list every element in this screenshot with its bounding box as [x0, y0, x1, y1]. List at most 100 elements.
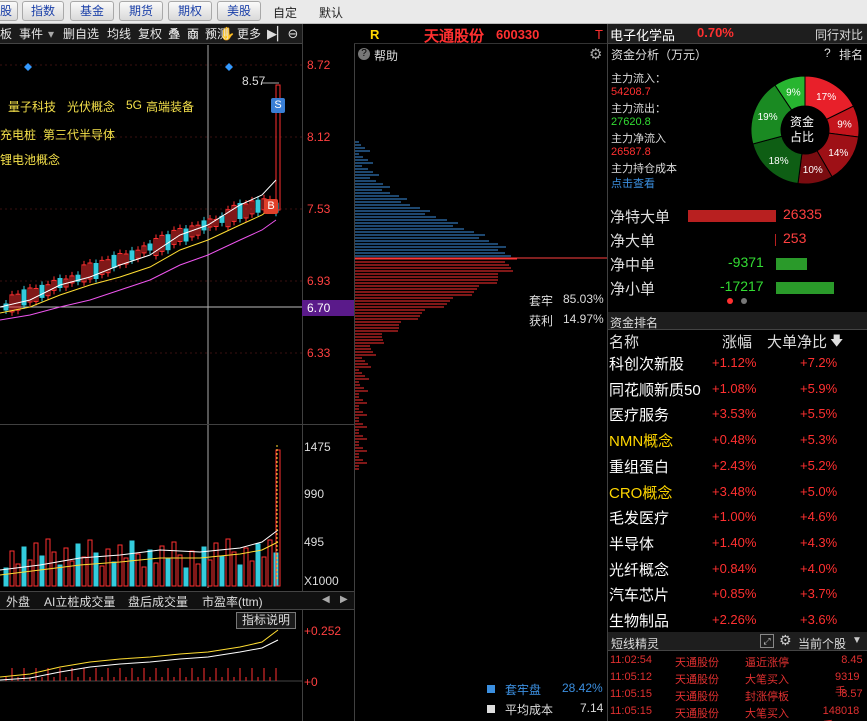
volume-bar [69, 560, 75, 587]
tab-outer-disk[interactable]: 外盘 [6, 593, 30, 610]
tab-index[interactable]: 指数 [22, 1, 64, 21]
toolbar-ma[interactable]: 均线 [107, 26, 131, 42]
news-scope-select[interactable]: 当前个股 [798, 635, 846, 652]
trapped-pct: 85.03% [563, 292, 604, 306]
volume-bar [141, 566, 147, 587]
ranking-row[interactable]: 半导体 +1.40% +4.3% [608, 530, 867, 555]
high-price-label: 8.57 [242, 74, 266, 88]
volume-bar [27, 559, 33, 587]
toolbar-more[interactable]: 更多 [237, 26, 261, 42]
toolbar-overlay-label[interactable]: 叠 [168, 26, 180, 42]
ranking-name: 光纤概念 [609, 561, 670, 579]
dot-indicator [727, 298, 733, 304]
ranking-name: 半导体 [609, 535, 655, 553]
legend-swatch [487, 685, 495, 693]
net-flow-value: 26335 [783, 206, 822, 222]
volume-chart[interactable] [0, 430, 302, 588]
scroll-left-icon[interactable]: ◀ [322, 594, 330, 605]
current-price-marker: 6.70 [302, 300, 354, 316]
help-icon[interactable]: ? [358, 48, 370, 60]
tab-after-hours-volume[interactable]: 盘后成交量 [128, 593, 188, 610]
tab-ai-volume[interactable]: AI立桩成交量 [44, 593, 115, 610]
news-row[interactable]: 11:05:12 天通股份 大笔买入 9319手 [608, 670, 867, 698]
tab-stock[interactable]: 股 [0, 1, 18, 21]
fund-help-icon[interactable]: ? [824, 46, 831, 60]
concept-tag: 5G [126, 98, 143, 112]
sector-name[interactable]: 电子化学品 [610, 25, 675, 44]
col-name-header[interactable]: 名称 [609, 331, 639, 352]
toolbar-dropdown-icon[interactable]: ▾ [48, 26, 54, 42]
ranking-ratio: +5.0% [800, 483, 838, 499]
avg-cost-value: 7.14 [580, 701, 604, 715]
net-flow-row: 净小单 -17217 [608, 276, 867, 300]
tab-default[interactable]: 默认 [314, 4, 348, 24]
ranking-row[interactable]: 同花顺新质50 +1.08% +5.9% [608, 376, 867, 401]
candle-body [93, 263, 99, 279]
toolbar-surface[interactable]: 面 [187, 26, 199, 42]
sell-signal-badge[interactable]: S [271, 98, 285, 113]
ranking-row[interactable]: 光纤概念 +0.84% +4.0% [608, 556, 867, 581]
zoom-out-icon[interactable]: ⊖ [285, 26, 301, 42]
tab-us-stock[interactable]: 美股 [217, 1, 261, 21]
fund-rank-link[interactable]: 排名 [839, 46, 863, 63]
ranking-row[interactable]: 医疗服务 +3.53% +5.5% [608, 401, 867, 426]
ranking-row[interactable]: 汽车芯片 +0.85% +3.7% [608, 581, 867, 606]
toolbar-board[interactable]: 板 [0, 26, 12, 42]
news-time: 11:05:12 [610, 671, 653, 683]
expand-icon[interactable]: ⤢ [760, 634, 774, 648]
volume-bar [87, 539, 93, 587]
news-row[interactable]: 11:02:54 天通股份 逼近涨停 8.45 [608, 653, 867, 669]
col-chg-header[interactable]: 涨幅 [722, 331, 752, 352]
tab-futures[interactable]: 期货 [119, 1, 163, 21]
ranking-change: +1.40% [712, 534, 757, 550]
profit-label: 获利 [529, 314, 554, 328]
volume-bar [111, 561, 117, 587]
news-row[interactable]: 11:05:15 天通股份 大笔买入 148018手 [608, 704, 867, 721]
toolbar-predict[interactable]: 预测 [205, 26, 229, 42]
donut-slice-label: 17% [816, 92, 836, 103]
news-settings-icon[interactable]: ⚙ [779, 632, 792, 649]
net-flow-label: 净小单 [610, 281, 656, 298]
buy-signal-badge[interactable]: B [264, 199, 278, 214]
tab-fund[interactable]: 基金 [70, 1, 114, 21]
chevron-down-icon[interactable]: ▼ [852, 635, 862, 646]
scroll-right-icon[interactable]: ▶ [340, 594, 348, 605]
ranking-ratio: +4.0% [800, 560, 838, 576]
ranking-row[interactable]: 毛发医疗 +1.00% +4.6% [608, 504, 867, 529]
toolbar-remove-watch[interactable]: 删自选 [63, 26, 99, 42]
ranking-row[interactable]: 生物制品 +2.26% +3.6% [608, 607, 867, 632]
inflow-value: 54208.7 [611, 86, 651, 98]
ranking-row[interactable]: 科创次新股 +1.12% +7.2% [608, 350, 867, 375]
news-stock: 天通股份 [675, 674, 719, 686]
volume-bar [213, 542, 219, 587]
concept-tag: 量子科技 [8, 100, 57, 114]
ranking-row[interactable]: CRO概念 +3.48% +5.0% [608, 479, 867, 504]
volume-bar [33, 542, 39, 587]
news-stock: 天通股份 [675, 691, 719, 703]
news-row[interactable]: 11:05:15 天通股份 封涨停板 8.57 [608, 687, 867, 703]
tab-custom[interactable]: 自定 [268, 4, 302, 24]
candle-body [21, 289, 27, 306]
candle-body [111, 254, 117, 268]
trapped-label: 套牢 [529, 294, 554, 308]
avg-cost-label: 平均成本 [505, 703, 554, 717]
peer-compare-link[interactable]: 同行对比 [815, 26, 863, 43]
tab-options[interactable]: 期权 [168, 1, 212, 21]
toolbar-adjust[interactable]: 复权 [138, 26, 162, 42]
price-tick: 6.33 [307, 346, 331, 360]
col-ratio-header[interactable]: 大单净比 [767, 331, 827, 352]
concept-tag: 光伏概念 [67, 100, 116, 114]
view-cost-link[interactable]: 点击查看 [611, 175, 655, 191]
ranking-row[interactable]: 重组蛋白 +2.43% +5.2% [608, 453, 867, 478]
volume-bar [171, 541, 177, 587]
donut-slice-label: 10% [803, 165, 823, 176]
ranking-row[interactable]: NMN概念 +0.48% +5.3% [608, 427, 867, 452]
volume-bar [129, 540, 135, 587]
volume-bar [219, 555, 225, 587]
tab-pe-ttm[interactable]: 市盈率(ttm) [202, 593, 263, 610]
settings-gear-icon[interactable]: ⚙ [589, 45, 602, 63]
toolbar-events[interactable]: 事件 [19, 26, 43, 42]
first-frame-icon[interactable]: ▶▏ [267, 26, 287, 42]
net-flow-value: -17217 [720, 278, 764, 294]
net-flow-value: 253 [783, 230, 807, 246]
